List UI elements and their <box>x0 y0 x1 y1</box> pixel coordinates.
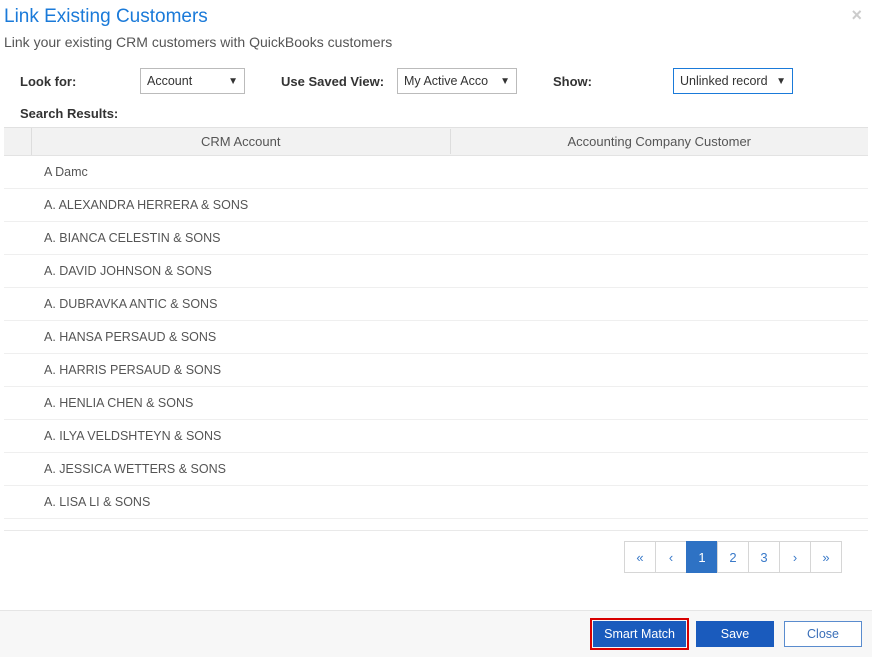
page-number-button[interactable]: 1 <box>686 541 718 573</box>
cell-accounting-customer <box>450 428 868 444</box>
table-row[interactable]: A Damc <box>4 156 868 189</box>
show-select[interactable]: Unlinked record ▼ <box>673 68 793 94</box>
cell-crm-account: A Damc <box>32 157 450 187</box>
cell-accounting-customer <box>450 527 868 531</box>
table-row[interactable]: A. HANSA PERSAUD & SONS <box>4 321 868 354</box>
table-row[interactable]: A. HARRIS PERSAUD & SONS <box>4 354 868 387</box>
saved-view-value: My Active Acco <box>404 74 488 88</box>
show-value: Unlinked record <box>680 74 768 88</box>
cell-accounting-customer <box>450 164 868 180</box>
cell-accounting-customer <box>450 230 868 246</box>
cell-crm-account: A. HENLIA CHEN & SONS <box>32 388 450 418</box>
page-first-button[interactable]: « <box>624 541 656 573</box>
table-header: CRM Account Accounting Company Customer <box>4 128 868 156</box>
cell-accounting-customer <box>450 362 868 378</box>
modal-title: Link Existing Customers <box>4 6 862 28</box>
cell-accounting-customer <box>450 461 868 477</box>
pagination: « ‹ 123 › » <box>0 531 872 587</box>
table-body[interactable]: A DamcA. ALEXANDRA HERRERA & SONSA. BIAN… <box>4 156 868 531</box>
close-button[interactable]: Close <box>784 621 862 647</box>
cell-crm-account: A. DUBRAVKA ANTIC & SONS <box>32 289 450 319</box>
cell-accounting-customer <box>450 329 868 345</box>
page-next-button[interactable]: › <box>779 541 811 573</box>
chevron-down-icon: ▼ <box>228 76 238 87</box>
cell-crm-account: A. MOSTAFA ELMORSI & SONS <box>32 520 450 531</box>
cell-accounting-customer <box>450 494 868 510</box>
table-row[interactable]: A. DUBRAVKA ANTIC & SONS <box>4 288 868 321</box>
table-row[interactable]: A. BIANCA CELESTIN & SONS <box>4 222 868 255</box>
cell-accounting-customer <box>450 263 868 279</box>
results-table: CRM Account Accounting Company Customer … <box>4 127 868 531</box>
chevron-down-icon: ▼ <box>776 76 786 87</box>
modal-header: Link Existing Customers × <box>0 0 872 32</box>
saved-view-select[interactable]: My Active Acco ▼ <box>397 68 517 94</box>
table-row[interactable]: A. HENLIA CHEN & SONS <box>4 387 868 420</box>
cell-crm-account: A. DAVID JOHNSON & SONS <box>32 256 450 286</box>
cell-accounting-customer <box>450 395 868 411</box>
cell-crm-account: A. ALEXANDRA HERRERA & SONS <box>32 190 450 220</box>
page-number-button[interactable]: 3 <box>748 541 780 573</box>
show-label: Show: <box>553 74 673 89</box>
cell-crm-account: A. HARRIS PERSAUD & SONS <box>32 355 450 385</box>
cell-crm-account: A. JESSICA WETTERS & SONS <box>32 454 450 484</box>
cell-accounting-customer <box>450 296 868 312</box>
table-row[interactable]: A. LISA LI & SONS <box>4 486 868 519</box>
table-row[interactable]: A. ALEXANDRA HERRERA & SONS <box>4 189 868 222</box>
dialog-footer: Smart Match Save Close <box>0 610 872 657</box>
table-row[interactable]: A. ILYA VELDSHTEYN & SONS <box>4 420 868 453</box>
modal-subtitle: Link your existing CRM customers with Qu… <box>0 32 872 62</box>
cell-crm-account: A. ILYA VELDSHTEYN & SONS <box>32 421 450 451</box>
page-number-button[interactable]: 2 <box>717 541 749 573</box>
cell-accounting-customer <box>450 197 868 213</box>
look-for-select[interactable]: Account ▼ <box>140 68 245 94</box>
page-prev-button[interactable]: ‹ <box>655 541 687 573</box>
cell-crm-account: A. BIANCA CELESTIN & SONS <box>32 223 450 253</box>
row-handle-header <box>4 128 32 155</box>
table-row[interactable]: A. MOSTAFA ELMORSI & SONS <box>4 519 868 531</box>
table-row[interactable]: A. DAVID JOHNSON & SONS <box>4 255 868 288</box>
smart-match-button[interactable]: Smart Match <box>593 621 686 647</box>
save-button[interactable]: Save <box>696 621 774 647</box>
look-for-value: Account <box>147 74 192 88</box>
cell-crm-account: A. HANSA PERSAUD & SONS <box>32 322 450 352</box>
close-icon[interactable]: × <box>851 6 862 24</box>
column-crm-account[interactable]: CRM Account <box>32 129 451 154</box>
column-accounting-customer[interactable]: Accounting Company Customer <box>451 129 869 154</box>
look-for-label: Look for: <box>20 74 140 89</box>
search-results-label: Search Results: <box>0 104 872 127</box>
filter-row: Look for: Account ▼ Use Saved View: My A… <box>0 62 872 104</box>
page-last-button[interactable]: » <box>810 541 842 573</box>
saved-view-label: Use Saved View: <box>281 74 397 89</box>
table-row[interactable]: A. JESSICA WETTERS & SONS <box>4 453 868 486</box>
cell-crm-account: A. LISA LI & SONS <box>32 487 450 517</box>
chevron-down-icon: ▼ <box>500 76 510 87</box>
